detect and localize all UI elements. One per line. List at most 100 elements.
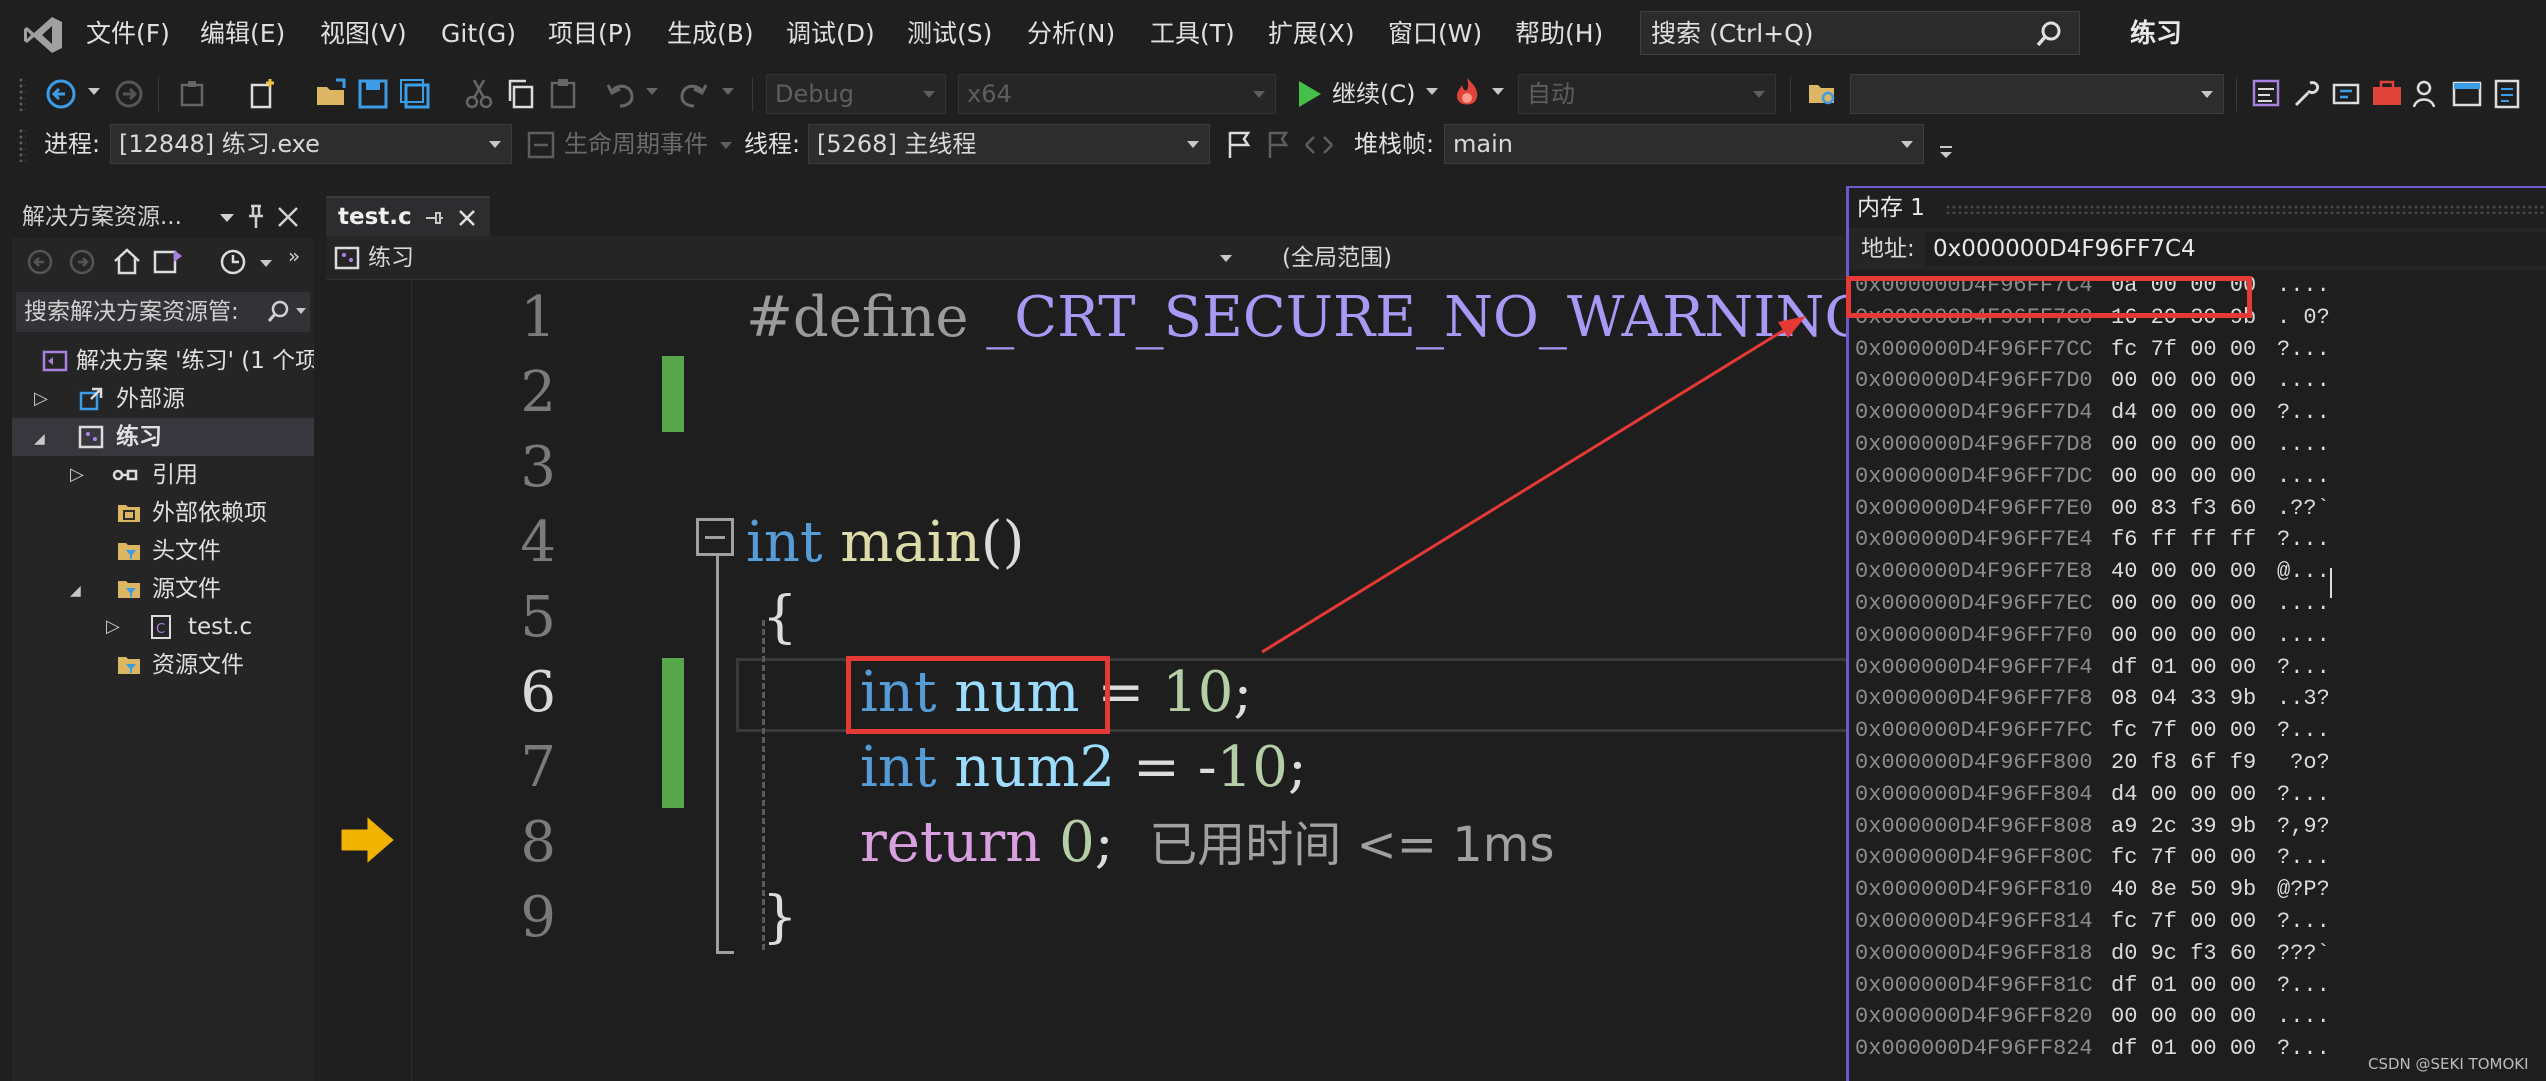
memory-row[interactable]: 0x000000D4F96FF818 d0 9c f3 60 ???` bbox=[1849, 938, 2546, 970]
memory-bytes[interactable]: 00 00 00 00 bbox=[2111, 461, 2256, 493]
flag-thread-icon[interactable] bbox=[1222, 128, 1256, 162]
thread-dropdown[interactable]: [5268] 主线程 bbox=[808, 124, 1210, 164]
global-scope-dropdown[interactable]: (全局范围) bbox=[1256, 240, 1846, 276]
toolbar-grip[interactable] bbox=[18, 128, 26, 162]
expand-arrow-icon[interactable]: ▷ bbox=[70, 456, 84, 494]
save-all-icon[interactable] bbox=[398, 77, 432, 111]
pin-tab-icon[interactable] bbox=[424, 207, 444, 229]
memory-bytes[interactable]: 20 f8 6f f9 bbox=[2111, 747, 2256, 779]
new-item-icon[interactable] bbox=[246, 77, 280, 111]
toolbox-icon[interactable] bbox=[2370, 77, 2404, 111]
memory-bytes[interactable]: 40 00 00 00 bbox=[2111, 556, 2256, 588]
redo-dropdown-icon[interactable] bbox=[722, 88, 734, 95]
menu-analyze[interactable]: 分析(N) bbox=[1027, 14, 1115, 54]
tree-item-external-dependencies[interactable]: 外部依赖项 bbox=[12, 494, 314, 532]
memory-bytes[interactable]: 00 00 00 00 bbox=[2111, 588, 2256, 620]
memory-row[interactable]: 0x000000D4F96FF7EC 00 00 00 00.... bbox=[1849, 588, 2546, 620]
auto-dropdown[interactable]: 自动 bbox=[1518, 74, 1776, 114]
collapse-arrow-icon[interactable]: ◢ bbox=[70, 572, 81, 608]
memory-row[interactable]: 0x000000D4F96FF80C fc 7f 00 00?... bbox=[1849, 842, 2546, 874]
menu-extensions[interactable]: 扩展(X) bbox=[1268, 14, 1355, 54]
save-icon[interactable] bbox=[356, 77, 390, 111]
collapse-toggle-icon[interactable] bbox=[696, 518, 734, 556]
memory-row[interactable]: 0x000000D4F96FF7D8 00 00 00 00.... bbox=[1849, 429, 2546, 461]
memory-bytes[interactable]: df 01 00 00 bbox=[2111, 970, 2256, 1002]
team-explorer-icon[interactable] bbox=[2330, 77, 2364, 111]
process-dropdown[interactable]: [12848] 练习.exe bbox=[110, 124, 512, 164]
tree-item-solution[interactable]: 解决方案 '练习' (1 个项 bbox=[12, 342, 314, 380]
menu-window[interactable]: 窗口(W) bbox=[1388, 14, 1482, 54]
menu-file[interactable]: 文件(F) bbox=[86, 14, 170, 54]
cut-icon[interactable] bbox=[462, 77, 496, 111]
navigate-forward-icon[interactable] bbox=[112, 77, 146, 111]
stack-frame-dropdown[interactable]: main bbox=[1444, 124, 1924, 164]
find-dropdown[interactable] bbox=[1850, 74, 2224, 114]
solution-platform-dropdown[interactable]: x64 bbox=[958, 74, 1276, 114]
menu-project[interactable]: 项目(P) bbox=[548, 14, 633, 54]
memory-row[interactable]: 0x000000D4F96FF804 d4 00 00 00?... bbox=[1849, 779, 2546, 811]
back-dropdown-icon[interactable] bbox=[88, 88, 100, 95]
solution-configurations-icon[interactable] bbox=[176, 77, 210, 111]
memory-bytes[interactable]: 00 00 00 00 bbox=[2111, 1001, 2256, 1033]
code-line-7[interactable]: int num2 = -10; bbox=[860, 730, 1307, 806]
hot-reload-flame-icon[interactable] bbox=[1450, 75, 1484, 109]
menu-build[interactable]: 生成(B) bbox=[667, 14, 754, 54]
visual-studio-logo-icon[interactable] bbox=[22, 14, 64, 56]
undo-icon[interactable] bbox=[604, 77, 638, 111]
memory-row[interactable]: 0x000000D4F96FF7FC fc 7f 00 00?... bbox=[1849, 715, 2546, 747]
solution-configuration-dropdown[interactable]: Debug bbox=[766, 74, 946, 114]
memory-row[interactable]: 0x000000D4F96FF800 20 f8 6f f9 ?o? bbox=[1849, 747, 2546, 779]
tree-item-source-files[interactable]: ◢ 源文件 bbox=[12, 570, 314, 608]
code-line-8[interactable]: return 0; 已用时间 <= 1ms bbox=[860, 805, 1555, 883]
memory-row[interactable]: 0x000000D4F96FF808 a9 2c 39 9b ?,9? bbox=[1849, 811, 2546, 843]
continue-play-icon[interactable] bbox=[1292, 77, 1326, 111]
copy-icon[interactable] bbox=[504, 77, 538, 111]
menu-help[interactable]: 帮助(H) bbox=[1515, 14, 1603, 54]
memory-row[interactable]: 0x000000D4F96FF7E8 40 00 00 00 @... bbox=[1849, 556, 2546, 588]
filter-dropdown-icon[interactable] bbox=[260, 260, 272, 267]
collapse-arrow-icon[interactable]: ◢ bbox=[34, 420, 45, 456]
memory-bytes[interactable]: 08 04 33 9b bbox=[2111, 683, 2256, 715]
memory-row[interactable]: 0x000000D4F96FF814 fc 7f 00 00?... bbox=[1849, 906, 2546, 938]
memory-bytes[interactable]: 00 00 00 00 bbox=[2111, 620, 2256, 652]
perf-tip-elapsed[interactable]: 已用时间 <= 1ms bbox=[1149, 817, 1554, 873]
expand-arrow-icon[interactable]: ▷ bbox=[34, 380, 48, 418]
open-file-icon[interactable] bbox=[314, 77, 348, 111]
tree-item-external-sources[interactable]: ▷ 外部源 bbox=[12, 380, 314, 418]
memory-bytes[interactable]: df 01 00 00 bbox=[2111, 1033, 2256, 1065]
live-share-icon[interactable] bbox=[2410, 77, 2444, 111]
memory-bytes[interactable]: fc 7f 00 00 bbox=[2111, 842, 2256, 874]
back-icon[interactable] bbox=[26, 248, 54, 276]
tree-item-test-c[interactable]: ▷ C test.c bbox=[12, 608, 314, 646]
toolbar-overflow-icon[interactable] bbox=[1940, 146, 1952, 148]
tab-test-c[interactable]: test.c bbox=[326, 196, 490, 236]
menu-edit[interactable]: 编辑(E) bbox=[200, 14, 285, 54]
memory-row[interactable]: 0x000000D4F96FF820 00 00 00 00.... bbox=[1849, 1001, 2546, 1033]
undo-dropdown-icon[interactable] bbox=[646, 88, 658, 95]
memory-row[interactable]: 0x000000D4F96FF7DC 00 00 00 00.... bbox=[1849, 461, 2546, 493]
toolbar-overflow-arrow-icon[interactable] bbox=[1940, 152, 1952, 158]
menu-git[interactable]: Git(G) bbox=[441, 14, 516, 54]
pin-icon[interactable] bbox=[244, 204, 268, 230]
project-scope-dropdown[interactable]: 练习 bbox=[332, 240, 1250, 276]
memory-bytes[interactable]: fc 7f 00 00 bbox=[2111, 715, 2256, 747]
memory-row[interactable]: 0x000000D4F96FF7D4 d4 00 00 00?... bbox=[1849, 397, 2546, 429]
code-line-9[interactable]: } bbox=[762, 880, 798, 956]
overflow-icon[interactable]: » bbox=[288, 244, 300, 268]
memory-bytes[interactable]: d4 00 00 00 bbox=[2111, 779, 2256, 811]
close-icon[interactable] bbox=[276, 205, 300, 229]
memory-row[interactable]: 0x000000D4F96FF7E0 00 83 f3 60 .??` bbox=[1849, 493, 2546, 525]
search-options-dropdown-icon[interactable] bbox=[296, 308, 306, 314]
memory-row[interactable]: 0x000000D4F96FF810 40 8e 50 9b @?P? bbox=[1849, 874, 2546, 906]
continue-dropdown-icon[interactable] bbox=[1426, 88, 1438, 95]
code-line-5[interactable]: { bbox=[762, 580, 798, 656]
memory-row[interactable]: 0x000000D4F96FF7F0 00 00 00 00.... bbox=[1849, 620, 2546, 652]
home-icon[interactable] bbox=[112, 246, 142, 276]
navigate-back-icon[interactable] bbox=[44, 77, 78, 111]
menu-test[interactable]: 测试(S) bbox=[907, 14, 992, 54]
breakpoint-margin[interactable] bbox=[326, 280, 412, 1081]
address-input[interactable]: 0x000000D4F96FF7C4 bbox=[1925, 232, 2546, 266]
menu-tools[interactable]: 工具(T) bbox=[1150, 14, 1235, 54]
expand-arrow-icon[interactable]: ▷ bbox=[106, 608, 120, 646]
lifecycle-events-label[interactable]: 生命周期事件 bbox=[564, 124, 708, 164]
